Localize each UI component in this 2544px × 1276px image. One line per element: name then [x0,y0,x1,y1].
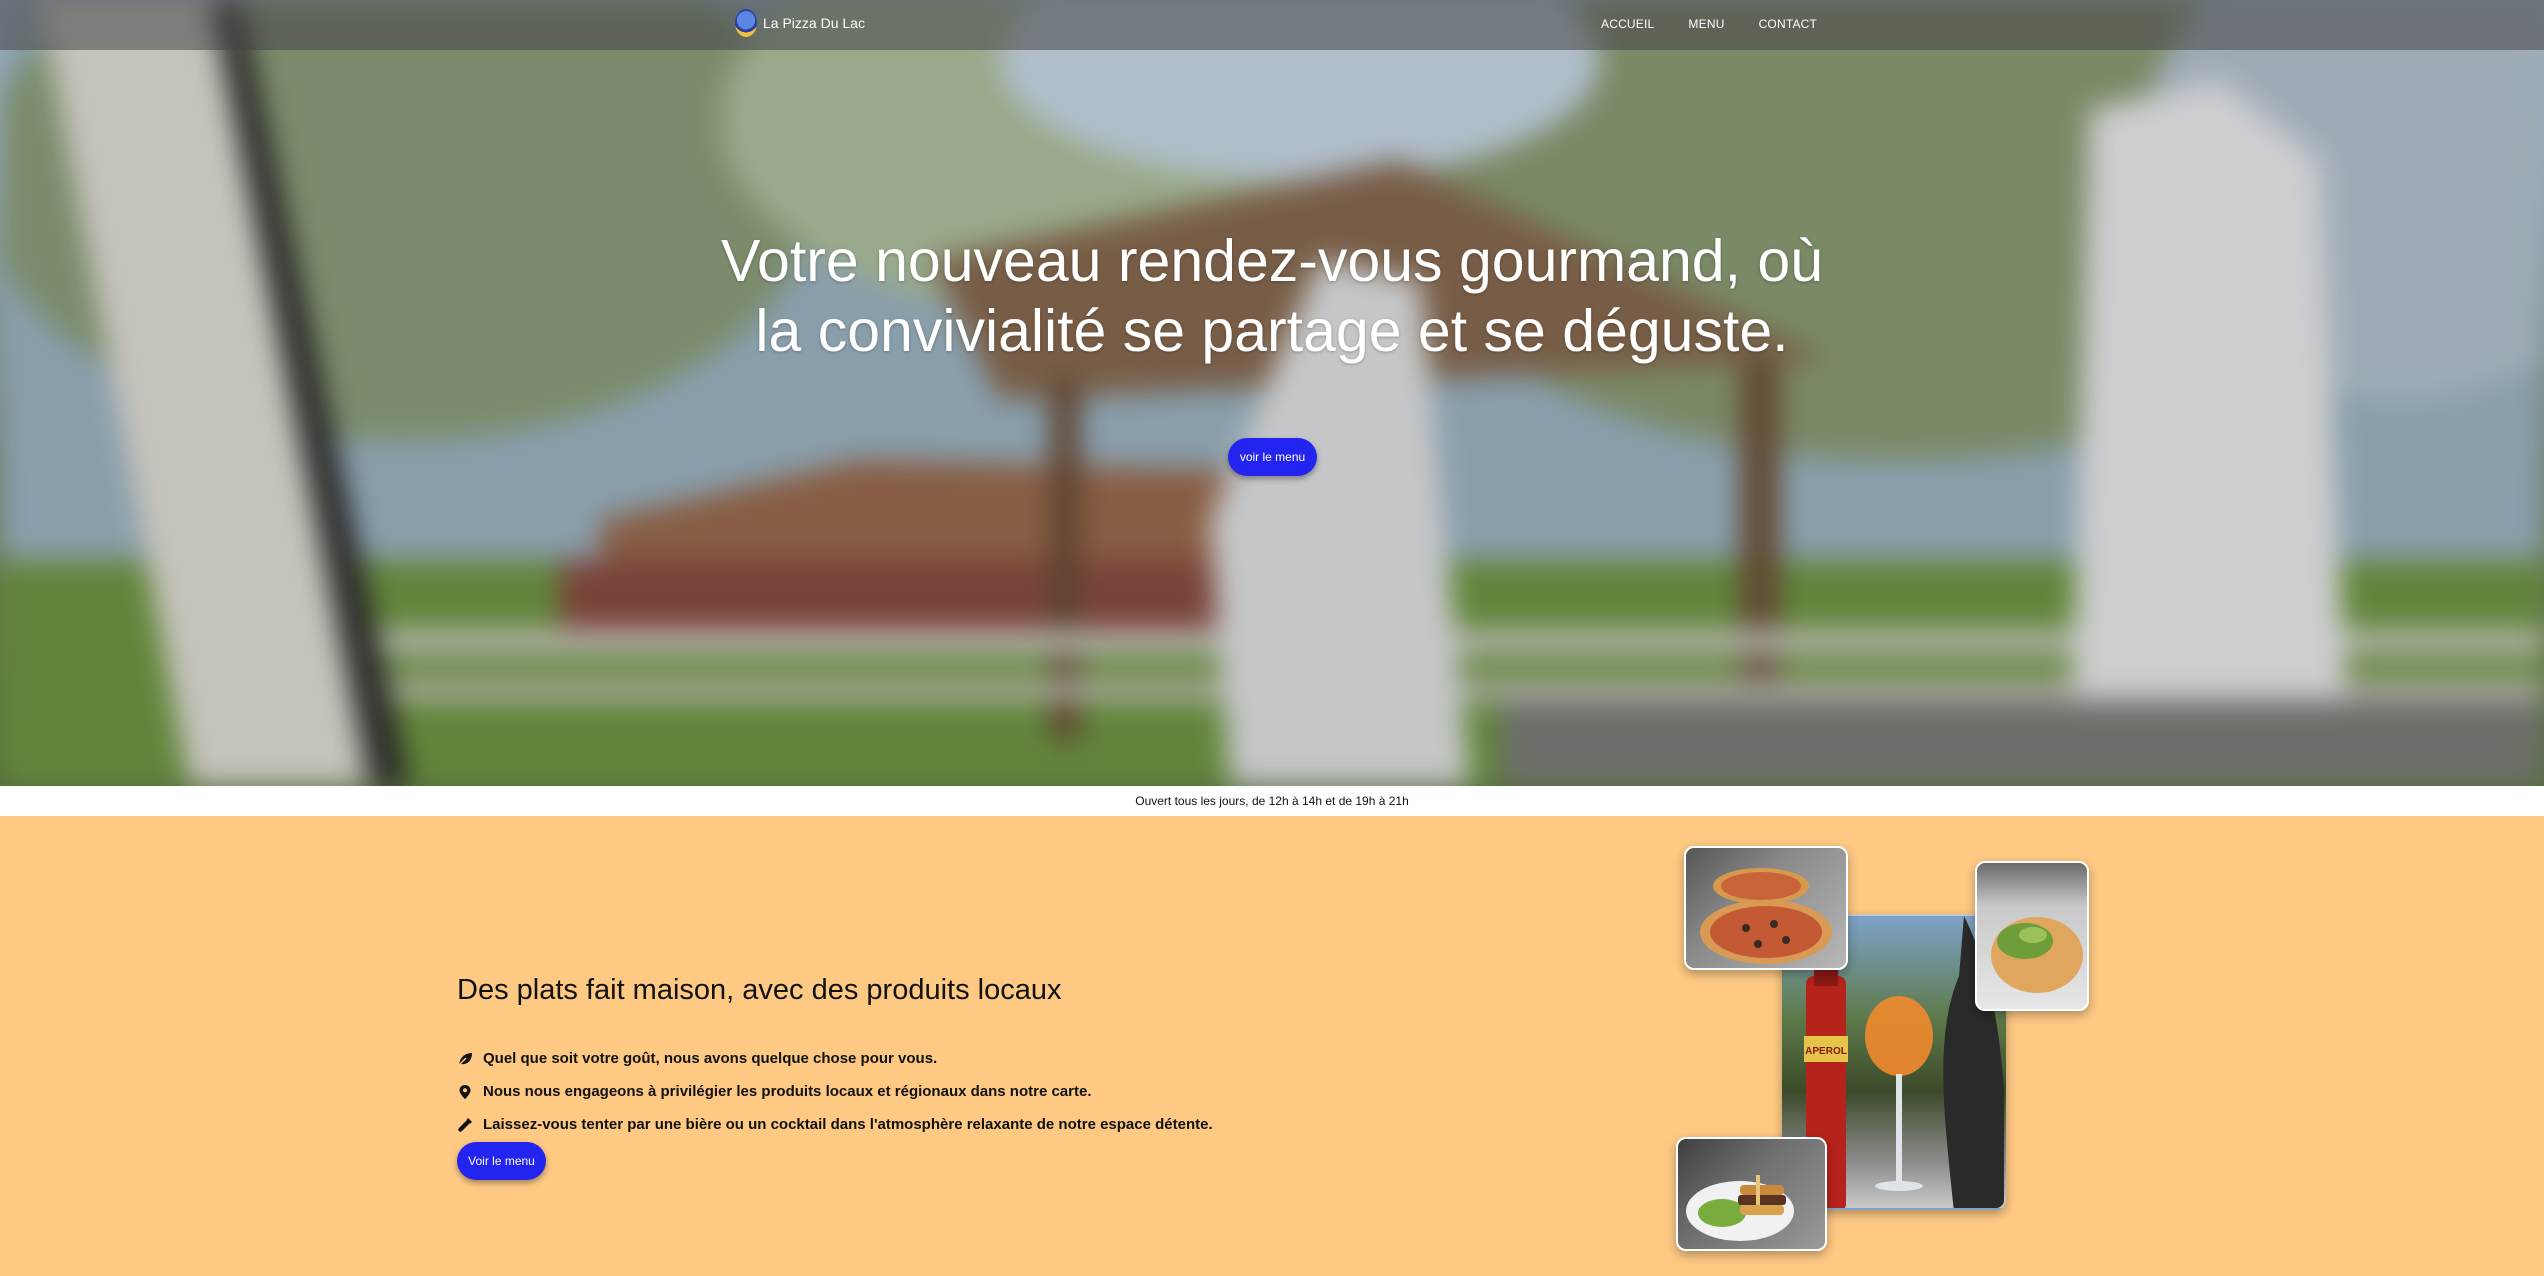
pizza-logo-icon [735,9,757,37]
navbar: La Pizza Du Lac ACCUEIL MENU CONTACT [0,0,2544,50]
feature-menu-button[interactable]: Voir le menu [457,1142,546,1180]
opening-hours-bar: Ouvert tous les jours, de 12h à 14h et d… [0,786,2544,816]
hero-overlay [0,0,2544,786]
aperol-label: APEROL [1805,1046,1847,1057]
nav-link-menu[interactable]: MENU [1688,17,1724,31]
hero-title: Votre nouveau rendez-vous gourmand, où l… [720,228,1824,364]
list-item: Laissez-vous tenter par une bière ou un … [457,1108,1213,1141]
nav-link-contact[interactable]: CONTACT [1759,17,1818,31]
opening-hours-text: Ouvert tous les jours, de 12h à 14h et d… [1135,794,1409,808]
brand-name: La Pizza Du Lac [763,15,865,31]
nav-link-accueil[interactable]: ACCUEIL [1601,17,1654,31]
photo-calzone [1975,861,2089,1011]
brand-link[interactable]: La Pizza Du Lac [735,9,865,37]
nav-links: ACCUEIL MENU CONTACT [1601,17,1851,31]
feature-title: Des plats fait maison, avec des produits… [457,974,1062,1006]
map-pin-icon [457,1084,473,1100]
list-item: Quel que soit votre goût, nous avons que… [457,1042,1213,1075]
hero-section: La Pizza Du Lac ACCUEIL MENU CONTACT Vot… [0,0,2544,786]
feature-item-text: Nous nous engageons à privilégier les pr… [483,1083,1092,1100]
feature-section: Des plats fait maison, avec des produits… [0,816,2544,1276]
feature-list: Quel que soit votre goût, nous avons que… [457,1042,1213,1141]
leaf-icon [457,1051,473,1067]
bottle-icon [457,1117,473,1133]
hero-menu-button[interactable]: voir le menu [1228,438,1317,476]
feature-item-text: Quel que soit votre goût, nous avons que… [483,1050,938,1067]
feature-item-text: Laissez-vous tenter par une bière ou un … [483,1116,1213,1133]
list-item: Nous nous engageons à privilégier les pr… [457,1075,1213,1108]
photo-pizzas [1684,846,1848,970]
photo-burger [1676,1137,1827,1251]
